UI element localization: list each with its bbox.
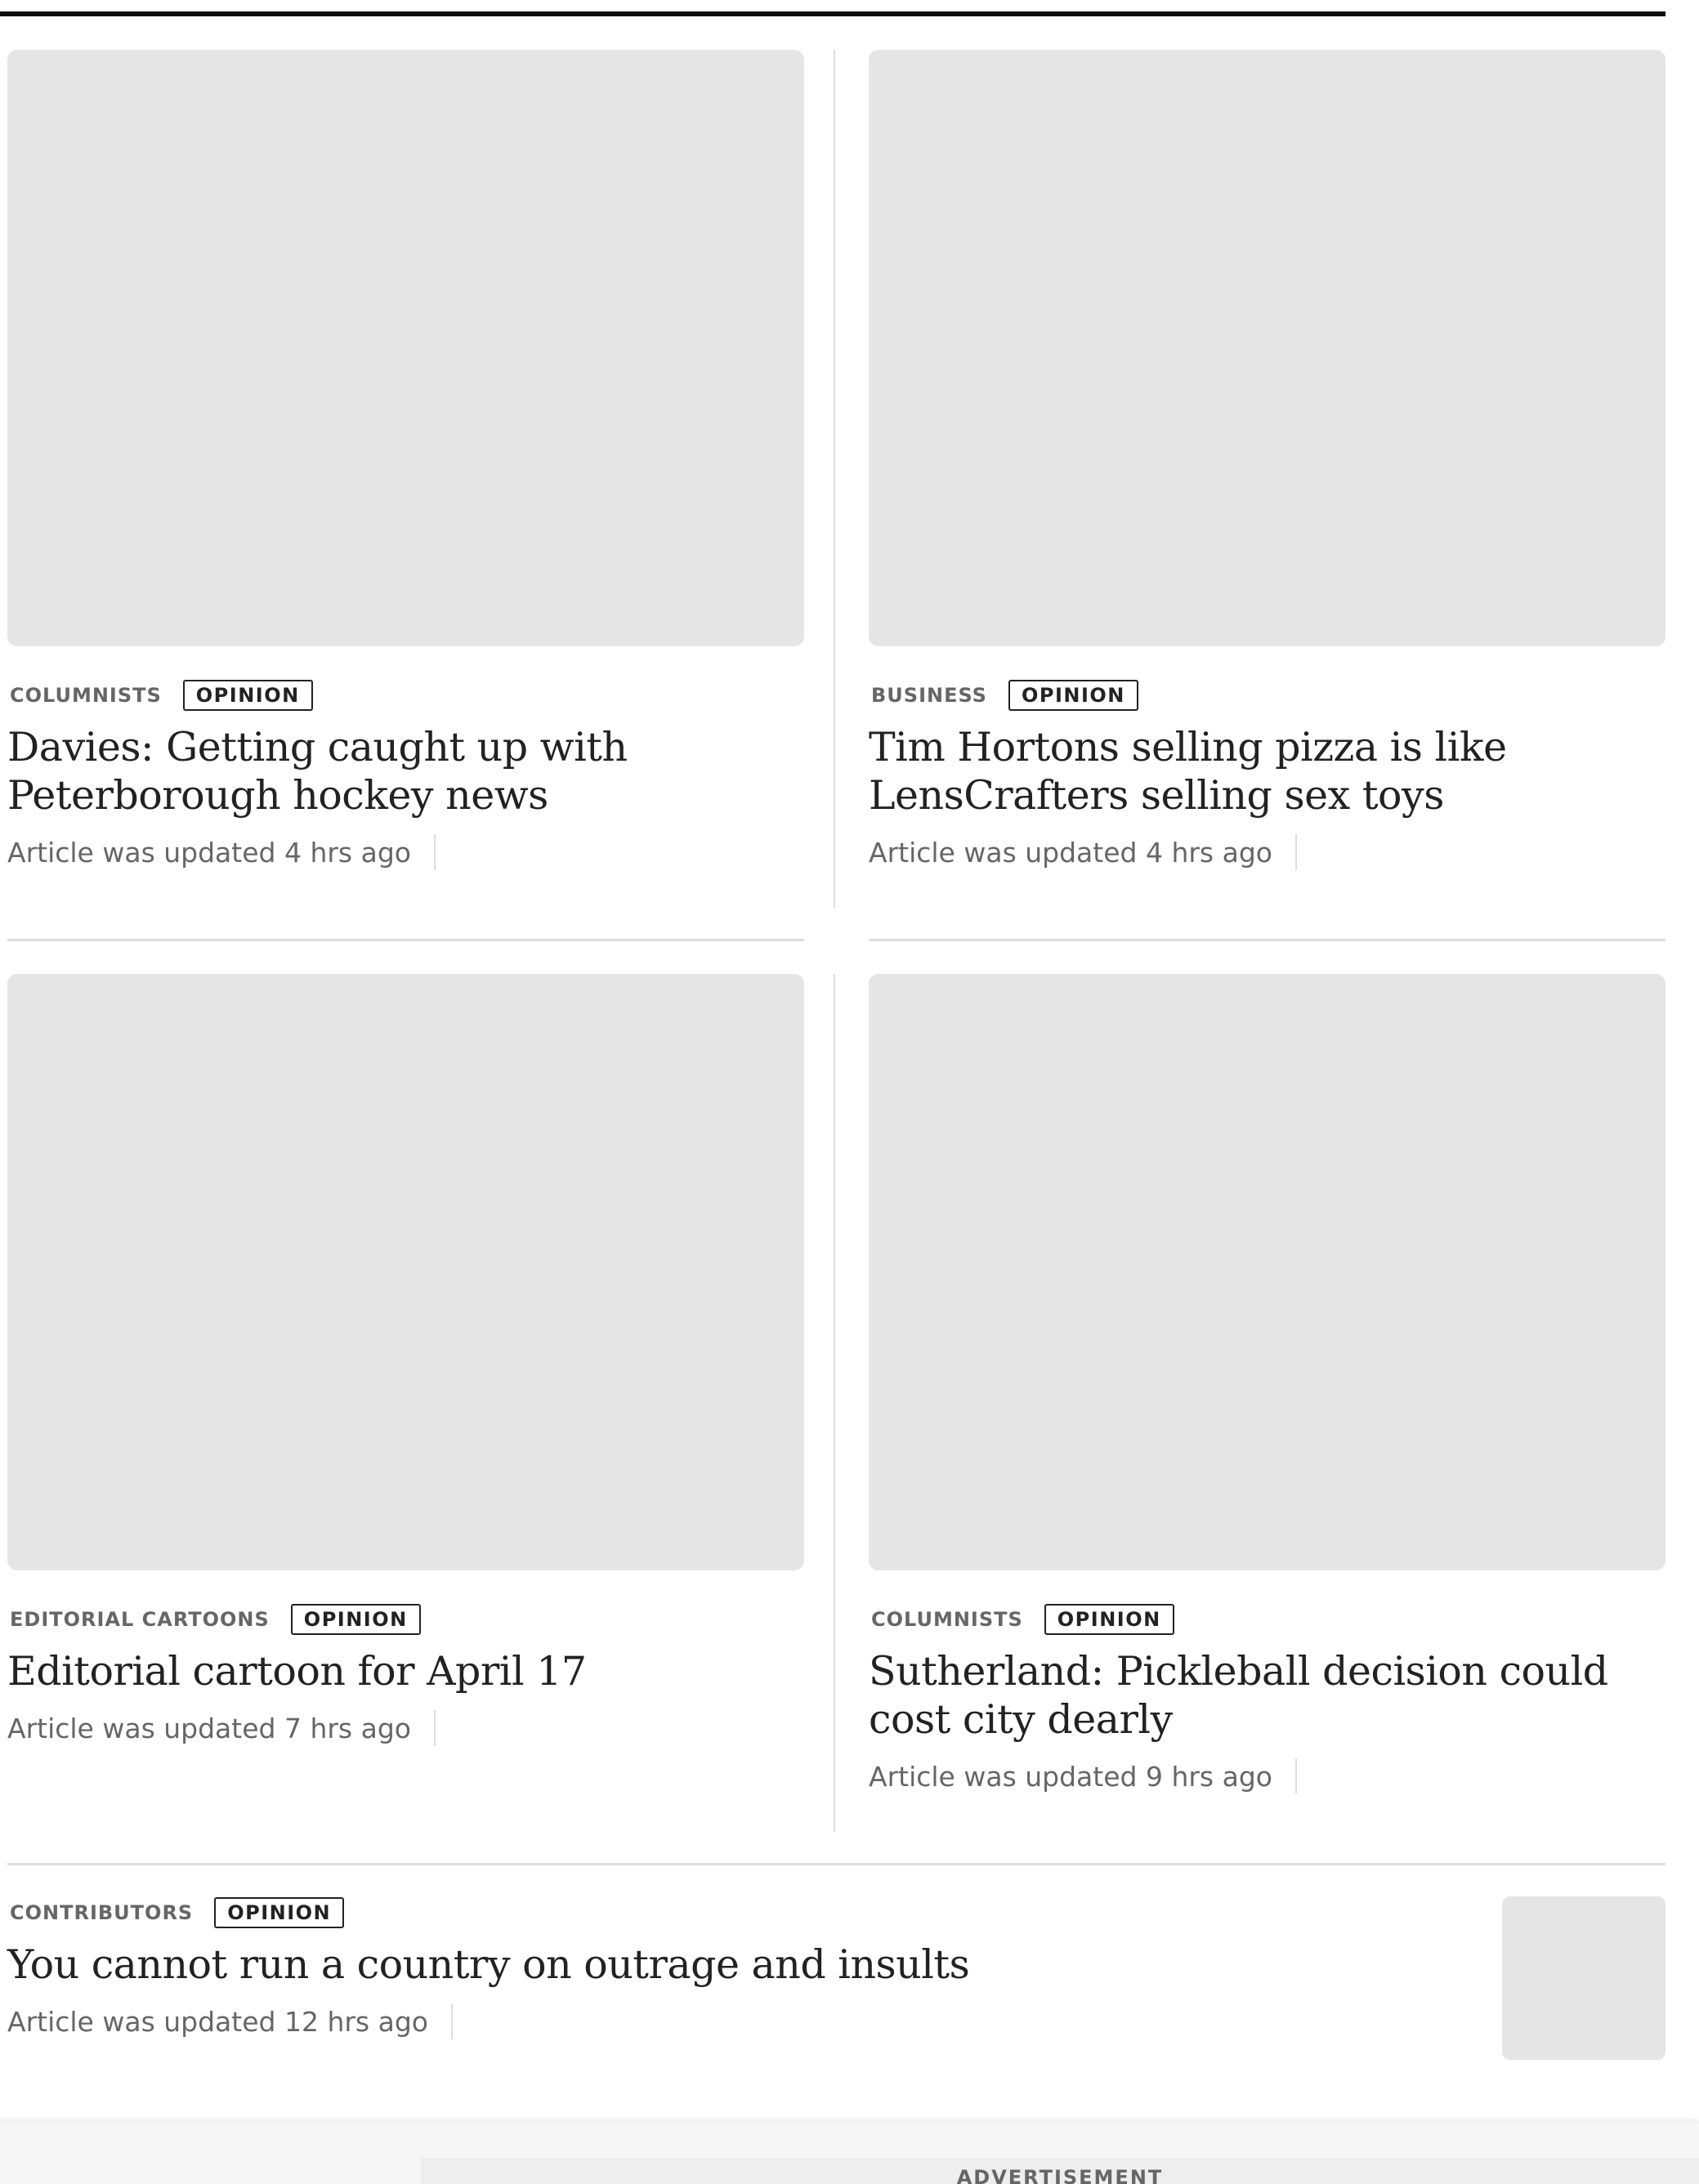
article-timestamp-row: Article was updated 9 hrs ago xyxy=(869,1758,1665,1794)
article-thumbnail[interactable] xyxy=(7,974,804,1570)
article-timestamp: Article was updated 4 hrs ago xyxy=(7,836,411,869)
article-thumbnail[interactable] xyxy=(7,50,804,646)
article-headline-link[interactable]: Davies: Getting caught up with Peterboro… xyxy=(7,723,804,820)
article-timestamp: Article was updated 7 hrs ago xyxy=(7,1712,411,1744)
timestamp-separator xyxy=(433,1710,436,1746)
column-divider xyxy=(834,974,835,1832)
article-card-2[interactable]: BUSINESS OPINION Tim Hortons selling piz… xyxy=(869,50,1665,870)
column-divider xyxy=(834,50,835,908)
opinion-badge: OPINION xyxy=(1044,1604,1174,1635)
section-top-rule xyxy=(0,11,1665,16)
opinion-badge: OPINION xyxy=(1008,680,1138,711)
article-card-1[interactable]: COLUMNISTS OPINION Davies: Getting caugh… xyxy=(7,50,804,870)
opinion-badge: OPINION xyxy=(214,1897,345,1928)
article-meta: COLUMNISTS OPINION xyxy=(869,1603,1665,1636)
row-divider xyxy=(869,939,1665,941)
advertisement-label: ADVERTISEMENT xyxy=(956,2166,1164,2184)
advertisement-slot[interactable]: ADVERTISEMENT xyxy=(421,2158,1699,2184)
article-headline-link[interactable]: Editorial cartoon for April 17 xyxy=(7,1647,804,1695)
opinion-badge: OPINION xyxy=(182,680,313,711)
article-thumbnail-small[interactable] xyxy=(1502,1896,1665,2060)
category-link[interactable]: EDITORIAL CARTOONS xyxy=(7,1608,270,1631)
article-timestamp-row: Article was updated 4 hrs ago xyxy=(869,834,1665,870)
article-list-item[interactable]: CONTRIBUTORS OPINION You cannot run a co… xyxy=(7,1896,1665,2060)
article-thumbnail[interactable] xyxy=(869,974,1665,1570)
article-headline-link[interactable]: Tim Hortons selling pizza is like LensCr… xyxy=(869,723,1665,820)
article-meta: COLUMNISTS OPINION xyxy=(7,679,804,712)
timestamp-separator xyxy=(450,2003,453,2039)
category-link[interactable]: BUSINESS xyxy=(869,684,987,707)
article-timestamp-row: Article was updated 7 hrs ago xyxy=(7,1710,804,1746)
article-meta: EDITORIAL CARTOONS OPINION xyxy=(7,1603,804,1636)
category-link[interactable]: COLUMNISTS xyxy=(869,1608,1023,1631)
article-thumbnail[interactable] xyxy=(869,50,1665,646)
article-meta: BUSINESS OPINION xyxy=(869,679,1665,712)
category-link[interactable]: COLUMNISTS xyxy=(7,684,162,707)
article-meta: CONTRIBUTORS OPINION xyxy=(7,1896,1665,1929)
article-headline-link[interactable]: Sutherland: Pickleball decision could co… xyxy=(869,1647,1665,1744)
row-divider xyxy=(7,1863,1665,1865)
timestamp-separator xyxy=(1294,834,1297,870)
article-timestamp-row: Article was updated 4 hrs ago xyxy=(7,834,804,870)
article-timestamp-row: Article was updated 12 hrs ago xyxy=(7,2003,1665,2039)
article-card-3[interactable]: EDITORIAL CARTOONS OPINION Editorial car… xyxy=(7,974,804,1746)
article-timestamp: Article was updated 12 hrs ago xyxy=(7,2005,428,2038)
timestamp-separator xyxy=(1294,1758,1297,1794)
article-timestamp: Article was updated 9 hrs ago xyxy=(869,1760,1272,1793)
row-divider xyxy=(7,939,804,941)
timestamp-separator xyxy=(433,834,436,870)
article-timestamp: Article was updated 4 hrs ago xyxy=(869,836,1272,869)
article-card-4[interactable]: COLUMNISTS OPINION Sutherland: Picklebal… xyxy=(869,974,1665,1794)
category-link[interactable]: CONTRIBUTORS xyxy=(7,1901,193,1924)
article-headline-link[interactable]: You cannot run a country on outrage and … xyxy=(7,1941,1665,1989)
opinion-badge: OPINION xyxy=(290,1604,421,1635)
